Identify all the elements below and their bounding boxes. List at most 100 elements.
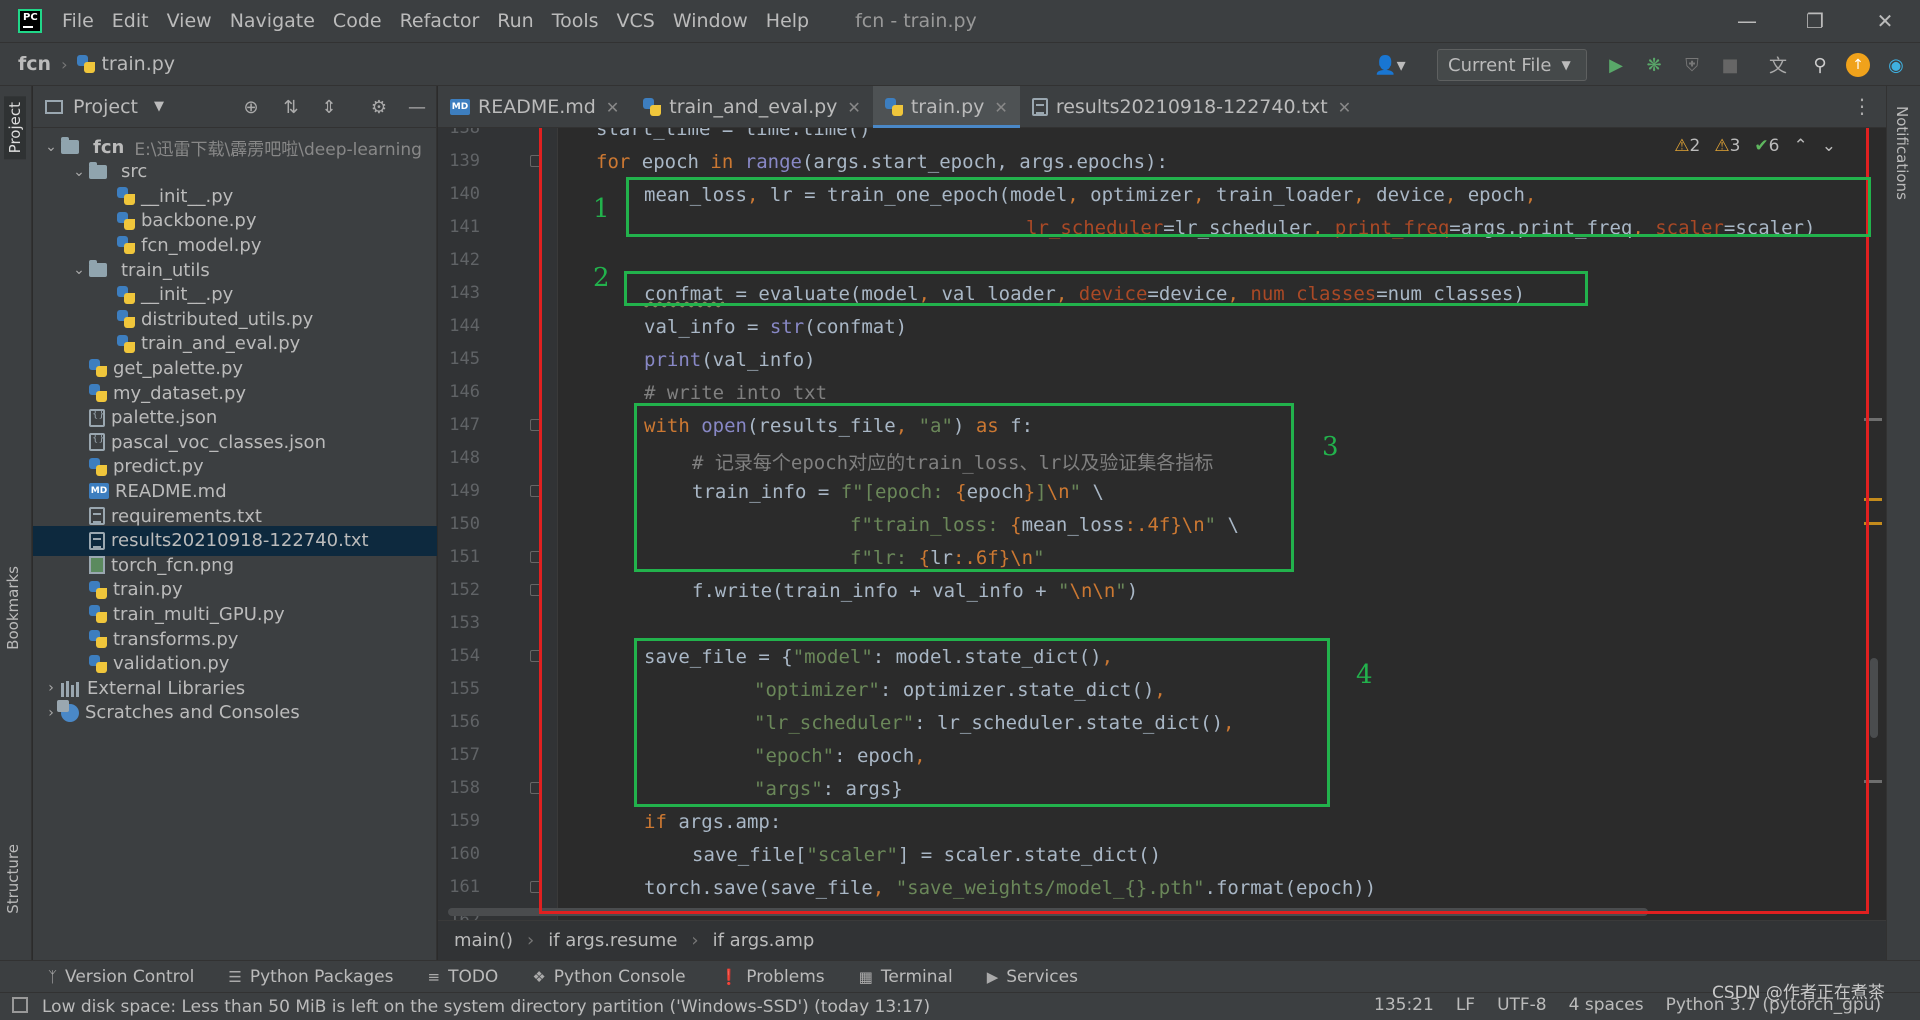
tool-version-control[interactable]: ᛉ Version Control [48, 967, 194, 987]
toggle-tool-windows-icon[interactable] [12, 997, 28, 1013]
indent-setting[interactable]: 4 spaces [1569, 995, 1644, 1015]
chevron-down-icon[interactable]: ⌄ [41, 139, 61, 155]
tool-terminal[interactable]: ▦ Terminal [859, 967, 953, 987]
tree-item-label: train.py [113, 579, 183, 601]
search-icon[interactable]: ⚲ [1808, 53, 1832, 77]
close-tab-icon[interactable]: ✕ [847, 98, 860, 117]
tree-item-label: Scratches and Consoles [85, 702, 300, 724]
python-file-icon [117, 285, 135, 304]
locate-file-icon[interactable]: ⊕ [239, 95, 263, 119]
user-account-icon[interactable]: 👤▾ [1370, 53, 1410, 77]
run-configuration-label: Current File [1448, 54, 1552, 76]
tool-problems[interactable]: ❗ Problems [720, 967, 825, 987]
menu-window[interactable]: Window [673, 10, 748, 32]
status-message[interactable]: Low disk space: Less than 50 MiB is left… [42, 997, 930, 1017]
stop-icon[interactable]: ■ [1718, 53, 1742, 77]
menu-vcs[interactable]: VCS [617, 10, 655, 32]
python-file-icon [89, 384, 107, 402]
breadcrumb-main[interactable]: main() [454, 930, 513, 951]
terminal-icon: ▦ [858, 967, 873, 986]
close-window-icon[interactable]: ✕ [1850, 0, 1920, 42]
menu-navigate[interactable]: Navigate [230, 10, 315, 32]
window-title: fcn - train.py [855, 10, 977, 32]
tree-item-label: get_palette.py [113, 357, 244, 379]
left-tool-strip: Project Bookmarks Structure [0, 86, 32, 960]
close-tab-icon[interactable]: ✕ [994, 98, 1007, 117]
project-view-selector[interactable]: Project [73, 96, 138, 118]
debug-icon[interactable]: ❋ [1642, 53, 1666, 77]
expand-all-icon[interactable]: ⇅ [279, 95, 303, 119]
python-file-icon [89, 630, 107, 648]
tree-item-label: my_dataset.py [113, 382, 247, 404]
tool-tab-project[interactable]: Project [4, 96, 26, 160]
python-file-icon [77, 55, 96, 73]
chevron-down-icon[interactable]: ⌄ [69, 164, 89, 180]
gear-icon[interactable]: ⚙ [367, 95, 391, 119]
tab-readme[interactable]: MD README.md ✕ [438, 86, 631, 128]
menu-help[interactable]: Help [766, 10, 809, 32]
coverage-icon[interactable]: ⛨ [1680, 53, 1704, 77]
tab-results[interactable]: results20210918-122740.txt ✕ [1020, 86, 1363, 128]
tree-item-label: __init__.py [141, 185, 234, 207]
tree-item-label: transforms.py [113, 628, 239, 650]
tree-item-label: pascal_voc_classes.json [111, 431, 326, 453]
navigation-bar: fcn › train.py 👤▾ Current File ▼ ▶ ❋ ⛨ ■… [0, 42, 1920, 86]
tree-item-label: validation.py [113, 653, 230, 675]
tool-services[interactable]: ▶ Services [987, 967, 1078, 987]
services-icon: ▶ [986, 967, 999, 986]
tab-train-and-eval[interactable]: train_and_eval.py ✕ [631, 86, 873, 128]
tree-item-label: __init__.py [141, 284, 234, 306]
tree-item-label: External Libraries [87, 677, 246, 699]
folder-icon [89, 161, 107, 179]
restore-icon[interactable]: ❐ [1780, 0, 1850, 42]
tool-todo[interactable]: ≡ TODO [428, 967, 499, 987]
menu-tools[interactable]: Tools [552, 10, 599, 32]
tree-item-label: palette.json [111, 407, 218, 429]
update-icon[interactable]: ↑ [1846, 53, 1870, 77]
menu-view[interactable]: View [167, 10, 212, 32]
close-tab-icon[interactable]: ✕ [1338, 98, 1351, 117]
tool-tab-bookmarks[interactable]: Bookmarks [4, 566, 22, 650]
annotation-box-4 [634, 638, 1330, 807]
collapse-all-icon[interactable]: ⇕ [317, 95, 341, 119]
menu-refactor[interactable]: Refactor [400, 10, 480, 32]
close-tab-icon[interactable]: ✕ [606, 98, 619, 117]
chevron-right-icon[interactable]: › [41, 680, 61, 696]
tool-python-packages[interactable]: ☰ Python Packages [228, 967, 393, 987]
run-icon[interactable]: ▶ [1604, 53, 1628, 77]
tool-python-console[interactable]: ❖ Python Console [532, 967, 685, 987]
nav-file-crumb[interactable]: train.py [101, 53, 175, 75]
breadcrumb-if-resume[interactable]: if args.resume [548, 930, 677, 951]
minimize-icon[interactable]: — [1712, 0, 1782, 42]
python-file-icon [89, 605, 107, 624]
caret-position[interactable]: 135:21 [1374, 995, 1434, 1015]
vertical-scrollbar[interactable] [1870, 658, 1878, 738]
tool-tab-structure[interactable]: Structure [4, 844, 22, 914]
jetbrains-icon[interactable]: ◉ [1884, 53, 1908, 77]
menu-code[interactable]: Code [333, 10, 382, 32]
code-editor[interactable]: 138 139 140 141 142 143 144 145 146 147 … [438, 128, 1886, 920]
tab-train[interactable]: train.py ✕ [872, 86, 1020, 128]
menu-run[interactable]: Run [497, 10, 533, 32]
file-encoding[interactable]: UTF-8 [1497, 995, 1547, 1015]
chevron-down-icon[interactable]: ⌄ [69, 262, 89, 278]
run-configuration-select[interactable]: Current File ▼ [1437, 49, 1587, 81]
chevron-down-icon[interactable]: ▼ [154, 99, 164, 114]
line-separator[interactable]: LF [1456, 995, 1475, 1015]
menu-edit[interactable]: Edit [112, 10, 149, 32]
tree-item-label: fcn [93, 136, 125, 158]
tree-item-label: train_multi_GPU.py [113, 603, 285, 625]
tool-tab-notifications[interactable]: Notifications [1893, 106, 1911, 200]
menu-file[interactable]: File [62, 10, 94, 32]
translate-icon[interactable]: 文 [1766, 53, 1790, 77]
hide-panel-icon[interactable]: — [405, 95, 429, 119]
nav-project-crumb[interactable]: fcn [18, 53, 51, 75]
tree-item-label: distributed_utils.py [141, 308, 314, 330]
tree-item-label: torch_fcn.png [111, 554, 235, 576]
breadcrumb-if-amp[interactable]: if args.amp [713, 930, 815, 951]
python-console-icon: ❖ [532, 967, 546, 986]
tree-item[interactable]: › Scratches and Consoles [33, 698, 437, 728]
more-options-icon[interactable]: ⋮ [1852, 94, 1872, 118]
tree-item-label: results20210918-122740.txt [111, 530, 369, 552]
list-icon: ≡ [427, 967, 441, 986]
